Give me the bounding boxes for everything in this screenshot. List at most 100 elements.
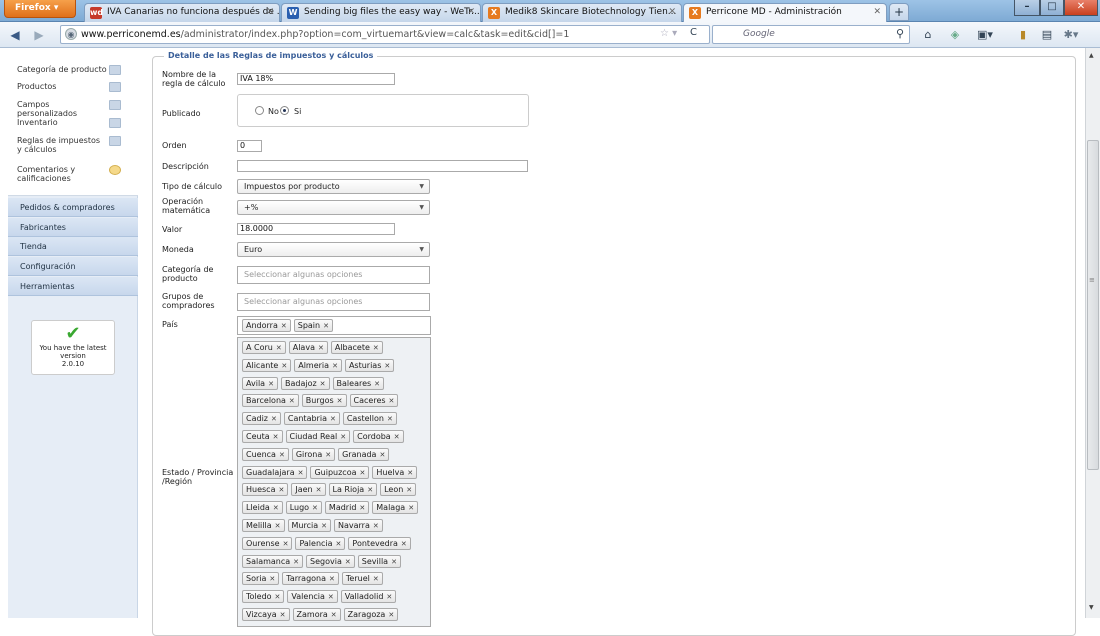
remove-chip-icon[interactable]: ✕ xyxy=(273,433,279,441)
remove-chip-icon[interactable]: ✕ xyxy=(325,451,331,459)
scrollbar-thumb[interactable] xyxy=(1087,140,1099,470)
calc-type-select[interactable]: Impuestos por producto ▼ xyxy=(237,179,430,194)
tab-close-icon[interactable]: ✕ xyxy=(668,4,676,21)
forward-button[interactable]: ▶ xyxy=(30,26,48,44)
remove-chip-icon[interactable]: ✕ xyxy=(387,415,393,423)
browser-tab[interactable]: W Sending big files the easy way - WeTr.… xyxy=(281,3,481,22)
rule-name-input[interactable]: IVA 18% xyxy=(237,73,395,85)
tab-close-icon[interactable]: ✕ xyxy=(873,4,881,21)
remove-chip-icon[interactable]: ✕ xyxy=(330,415,336,423)
sidebar-section-configuration[interactable]: Configuración xyxy=(8,257,138,276)
minimize-button[interactable]: – xyxy=(1014,0,1040,16)
sidebar-item-custom-fields[interactable]: Campos personalizados xyxy=(17,100,107,118)
sidebar-section-store[interactable]: Tienda xyxy=(8,237,138,256)
page-scrollbar[interactable]: ▲ ≡ ▼ xyxy=(1085,48,1100,618)
search-magnifier-icon[interactable]: ⚲ xyxy=(896,27,904,40)
remove-chip-icon[interactable]: ✕ xyxy=(318,344,324,352)
search-input[interactable]: Google xyxy=(712,25,910,44)
remove-chip-icon[interactable]: ✕ xyxy=(278,486,284,494)
tab-close-icon[interactable]: ✕ xyxy=(467,4,475,21)
sidebar-item-product-category[interactable]: Categoría de producto xyxy=(17,65,107,74)
remove-chip-icon[interactable]: ✕ xyxy=(337,397,343,405)
remove-chip-icon[interactable]: ✕ xyxy=(373,575,379,583)
remove-chip-icon[interactable]: ✕ xyxy=(386,593,392,601)
addon-icon[interactable]: ◈ xyxy=(947,27,963,43)
bookmark-star-icon[interactable]: ☆ ▾ xyxy=(660,28,677,39)
remove-chip-icon[interactable]: ✕ xyxy=(373,522,379,530)
remove-chip-icon[interactable]: ✕ xyxy=(345,558,351,566)
browser-tab[interactable]: wd IVA Canarias no funciona después de .… xyxy=(84,3,280,22)
remove-chip-icon[interactable]: ✕ xyxy=(401,540,407,548)
scroll-down-arrow-icon[interactable]: ▼ xyxy=(1089,604,1094,611)
site-identity-icon[interactable]: ◉ xyxy=(65,28,77,40)
browser-tab-active[interactable]: X Perricone MD - Administración ✕ xyxy=(683,3,887,23)
remove-chip-icon[interactable]: ✕ xyxy=(407,469,413,477)
product-category-multiselect[interactable]: Seleccionar algunas opciones xyxy=(237,266,430,284)
description-input[interactable] xyxy=(237,160,528,172)
sidebar-item-products[interactable]: Productos xyxy=(17,82,107,91)
remove-chip-icon[interactable]: ✕ xyxy=(373,344,379,352)
remove-chip-icon[interactable]: ✕ xyxy=(276,344,282,352)
remove-chip-icon[interactable]: ✕ xyxy=(332,362,338,370)
screenshot-icon[interactable]: ▤ xyxy=(1039,27,1055,43)
tools-icon[interactable]: ✱▾ xyxy=(1063,27,1079,43)
remove-chip-icon[interactable]: ✕ xyxy=(329,575,335,583)
value-input[interactable]: 18.0000 xyxy=(237,223,395,235)
currency-select[interactable]: Euro ▼ xyxy=(237,242,430,257)
remove-chip-icon[interactable]: ✕ xyxy=(367,486,373,494)
shopper-groups-multiselect[interactable]: Seleccionar algunas opciones xyxy=(237,293,430,311)
library-icon[interactable]: ▮ xyxy=(1015,27,1031,43)
maximize-button[interactable]: □ xyxy=(1040,0,1064,16)
remove-chip-icon[interactable]: ✕ xyxy=(323,322,329,330)
published-yes-radio[interactable] xyxy=(280,106,289,115)
sidebar-section-orders[interactable]: Pedidos & compradores xyxy=(8,198,138,217)
remove-chip-icon[interactable]: ✕ xyxy=(408,504,414,512)
order-input[interactable]: 0 xyxy=(237,140,262,152)
sidebar-item-tax-rules[interactable]: Reglas de impuestos y cálculos xyxy=(17,136,107,154)
remove-chip-icon[interactable]: ✕ xyxy=(406,486,412,494)
remove-chip-icon[interactable]: ✕ xyxy=(283,540,289,548)
remove-chip-icon[interactable]: ✕ xyxy=(279,451,285,459)
remove-chip-icon[interactable]: ✕ xyxy=(281,362,287,370)
remove-chip-icon[interactable]: ✕ xyxy=(273,504,279,512)
remove-chip-icon[interactable]: ✕ xyxy=(374,380,380,388)
reload-icon[interactable]: C xyxy=(690,27,697,38)
remove-chip-icon[interactable]: ✕ xyxy=(328,593,334,601)
sidebar-section-manufacturers[interactable]: Fabricantes xyxy=(8,218,138,237)
new-tab-button[interactable]: + xyxy=(889,3,909,21)
home-icon[interactable]: ⌂ xyxy=(920,27,936,43)
remove-chip-icon[interactable]: ✕ xyxy=(316,486,322,494)
firefox-menu-button[interactable]: Firefox ▾ xyxy=(4,0,76,18)
scroll-up-arrow-icon[interactable]: ▲ xyxy=(1089,52,1094,59)
tab-close-icon[interactable]: ✕ xyxy=(266,4,274,21)
remove-chip-icon[interactable]: ✕ xyxy=(312,504,318,512)
remove-chip-icon[interactable]: ✕ xyxy=(271,415,277,423)
remove-chip-icon[interactable]: ✕ xyxy=(320,380,326,388)
close-window-button[interactable]: ✕ xyxy=(1064,0,1098,16)
remove-chip-icon[interactable]: ✕ xyxy=(289,397,295,405)
remove-chip-icon[interactable]: ✕ xyxy=(360,469,366,477)
published-no-radio[interactable] xyxy=(255,106,264,115)
url-bar[interactable]: www.perriconemd.es/administrator/index.p… xyxy=(60,25,710,44)
bookmarks-menu-icon[interactable]: ▣▾ xyxy=(977,27,993,43)
remove-chip-icon[interactable]: ✕ xyxy=(394,433,400,441)
back-button[interactable]: ◀ xyxy=(6,26,24,44)
remove-chip-icon[interactable]: ✕ xyxy=(293,558,299,566)
math-op-select[interactable]: +% ▼ xyxy=(237,200,430,215)
remove-chip-icon[interactable]: ✕ xyxy=(359,504,365,512)
remove-chip-icon[interactable]: ✕ xyxy=(269,575,275,583)
remove-chip-icon[interactable]: ✕ xyxy=(321,522,327,530)
browser-tab[interactable]: X Medik8 Skincare Biotechnology Tien... … xyxy=(482,3,682,22)
remove-chip-icon[interactable]: ✕ xyxy=(298,469,304,477)
remove-chip-icon[interactable]: ✕ xyxy=(340,433,346,441)
remove-chip-icon[interactable]: ✕ xyxy=(275,522,281,530)
remove-chip-icon[interactable]: ✕ xyxy=(379,451,385,459)
region-multiselect[interactable]: A Coru ✕ Alava ✕ Albacete ✕ Alicante ✕ Almeria ✕ A… xyxy=(237,337,431,627)
remove-chip-icon[interactable]: ✕ xyxy=(268,380,274,388)
remove-chip-icon[interactable]: ✕ xyxy=(389,397,395,405)
remove-chip-icon[interactable]: ✕ xyxy=(281,322,287,330)
country-multiselect[interactable]: Andorra ✕ Spain ✕ xyxy=(237,316,431,335)
remove-chip-icon[interactable]: ✕ xyxy=(391,558,397,566)
remove-chip-icon[interactable]: ✕ xyxy=(384,362,390,370)
remove-chip-icon[interactable]: ✕ xyxy=(275,593,281,601)
